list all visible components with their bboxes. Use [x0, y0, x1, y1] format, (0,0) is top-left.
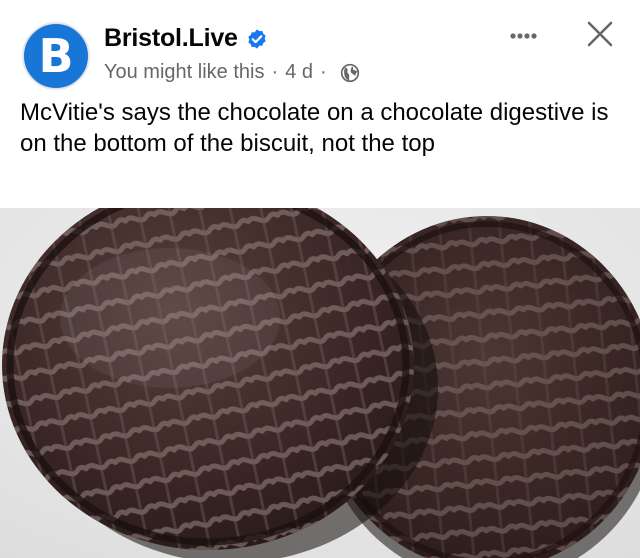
page-name-row: Bristol.Live — [104, 24, 268, 53]
more-options-button[interactable] — [506, 26, 542, 46]
close-post-button[interactable] — [580, 14, 620, 54]
meta-separator: · — [271, 61, 279, 83]
post-age[interactable]: 4 d — [285, 61, 313, 84]
post-photo[interactable] — [0, 208, 640, 558]
globe-icon — [340, 63, 359, 82]
post-text: McVitie's says the chocolate on a chocol… — [20, 99, 609, 157]
page-avatar[interactable]: B — [22, 22, 90, 90]
more-options-icon — [510, 33, 537, 39]
verified-badge-icon — [248, 28, 266, 49]
post-meta: You might like this · 4 d · — [104, 61, 360, 84]
avatar-letter: B — [38, 29, 74, 83]
suggestion-label: You might like this — [104, 61, 265, 83]
page-name-link[interactable]: Bristol.Live — [104, 24, 238, 53]
post-header: B Bristol.Live You might like this · 4 d… — [0, 0, 640, 96]
close-icon — [587, 21, 613, 47]
meta-separator: · — [319, 61, 327, 83]
